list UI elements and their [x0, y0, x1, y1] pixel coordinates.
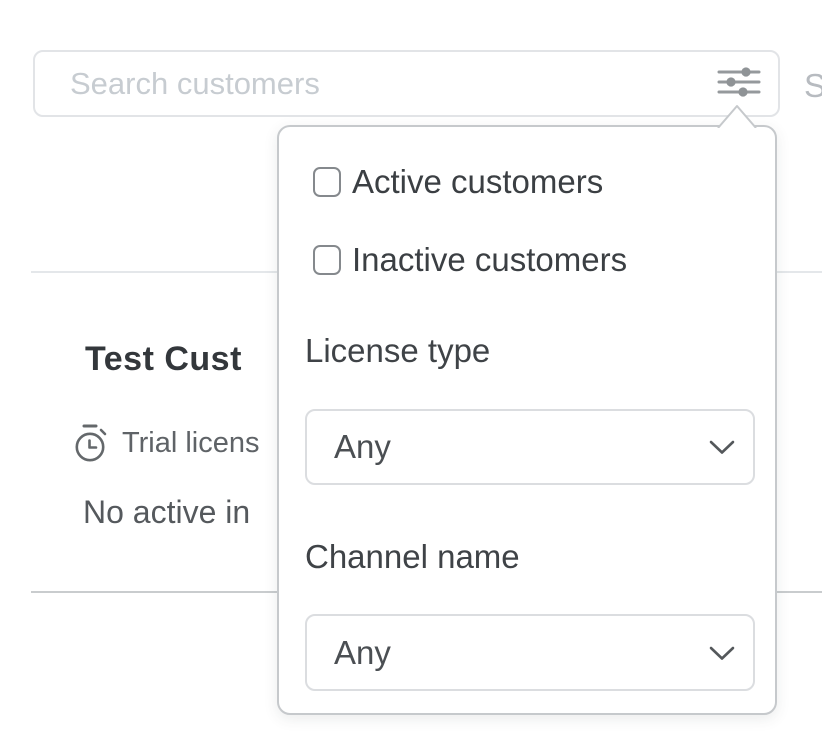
- search-input[interactable]: [35, 52, 778, 115]
- customer-status-text: No active in: [83, 494, 250, 531]
- chevron-down-icon: [709, 646, 735, 661]
- chevron-down-icon: [709, 440, 735, 455]
- inactive-customers-checkbox[interactable]: [313, 245, 341, 275]
- channel-name-label: Channel name: [305, 537, 520, 577]
- active-customers-label: Active customers: [352, 163, 603, 201]
- popover-caret-icon: [715, 100, 759, 128]
- license-type-select-value: Any: [334, 428, 391, 466]
- license-type-label: License type: [305, 331, 490, 371]
- search-box: [33, 50, 780, 117]
- customer-name: Test Cust: [85, 340, 242, 379]
- customers-page: S Test Cust Trial licens No active in Ac…: [0, 0, 822, 756]
- channel-name-select-value: Any: [334, 634, 391, 672]
- active-customers-row[interactable]: Active customers: [313, 167, 603, 197]
- channel-name-select[interactable]: Any: [305, 614, 755, 691]
- inactive-customers-label: Inactive customers: [352, 241, 627, 279]
- stopwatch-icon: [74, 423, 108, 463]
- sort-label-truncated[interactable]: S: [804, 67, 822, 105]
- license-type-text: Trial licens: [122, 427, 260, 460]
- filter-sliders-icon[interactable]: [717, 67, 761, 97]
- active-customers-checkbox[interactable]: [313, 167, 341, 197]
- inactive-customers-row[interactable]: Inactive customers: [313, 245, 627, 275]
- filter-popover: Active customers Inactive customers Lice…: [277, 125, 777, 715]
- license-type-select[interactable]: Any: [305, 409, 755, 485]
